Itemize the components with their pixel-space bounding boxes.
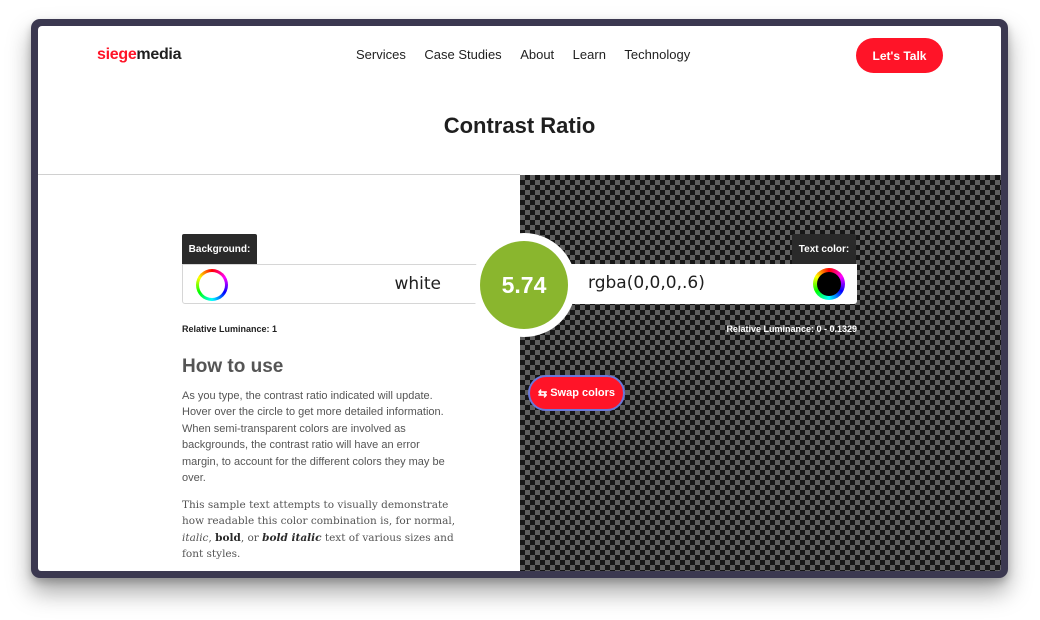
- siegemedia-logo[interactable]: siegemedia: [97, 46, 181, 64]
- section-divider: [38, 174, 520, 175]
- background-field: [182, 264, 482, 304]
- background-luminance: Relative Luminance: 1: [182, 324, 278, 334]
- nav-services[interactable]: Services: [356, 47, 406, 62]
- nav-about[interactable]: About: [520, 47, 554, 62]
- swap-colors-label: Swap colors: [550, 387, 615, 399]
- sample-text: This sample text attempts to visually de…: [182, 499, 456, 561]
- page-title: Contrast Ratio: [443, 113, 596, 138]
- browser-viewport: siegemedia Services Case Studies About L…: [38, 26, 1001, 571]
- contrast-ratio-circle[interactable]: 5.74: [480, 241, 568, 329]
- color-picker-icon[interactable]: [813, 268, 845, 300]
- text-color-field: [570, 264, 857, 304]
- background-color-input[interactable]: [241, 274, 441, 294]
- transparency-checkerboard: [520, 175, 1001, 571]
- main-nav: Services Case Studies About Learn Techno…: [356, 47, 709, 62]
- how-to-use-text: As you type, the contrast ratio indicate…: [182, 390, 445, 485]
- text-color-label: Text color:: [792, 234, 856, 264]
- how-to-use-heading: How to use: [182, 356, 284, 377]
- text-luminance: Relative Luminance: 0 - 0.1329: [726, 324, 857, 334]
- text-color-input[interactable]: [588, 273, 808, 293]
- swap-arrows-icon: ⇆: [537, 387, 548, 400]
- nav-learn[interactable]: Learn: [573, 47, 606, 62]
- background-label: Background:: [182, 234, 257, 264]
- nav-case-studies[interactable]: Case Studies: [424, 47, 501, 62]
- color-picker-icon[interactable]: [196, 269, 228, 301]
- nav-technology[interactable]: Technology: [624, 47, 690, 62]
- lets-talk-button[interactable]: Let's Talk: [856, 38, 943, 73]
- swap-colors-button[interactable]: ⇆ Swap colors: [528, 375, 625, 411]
- ratio-circle-outline: 5.74: [472, 233, 576, 337]
